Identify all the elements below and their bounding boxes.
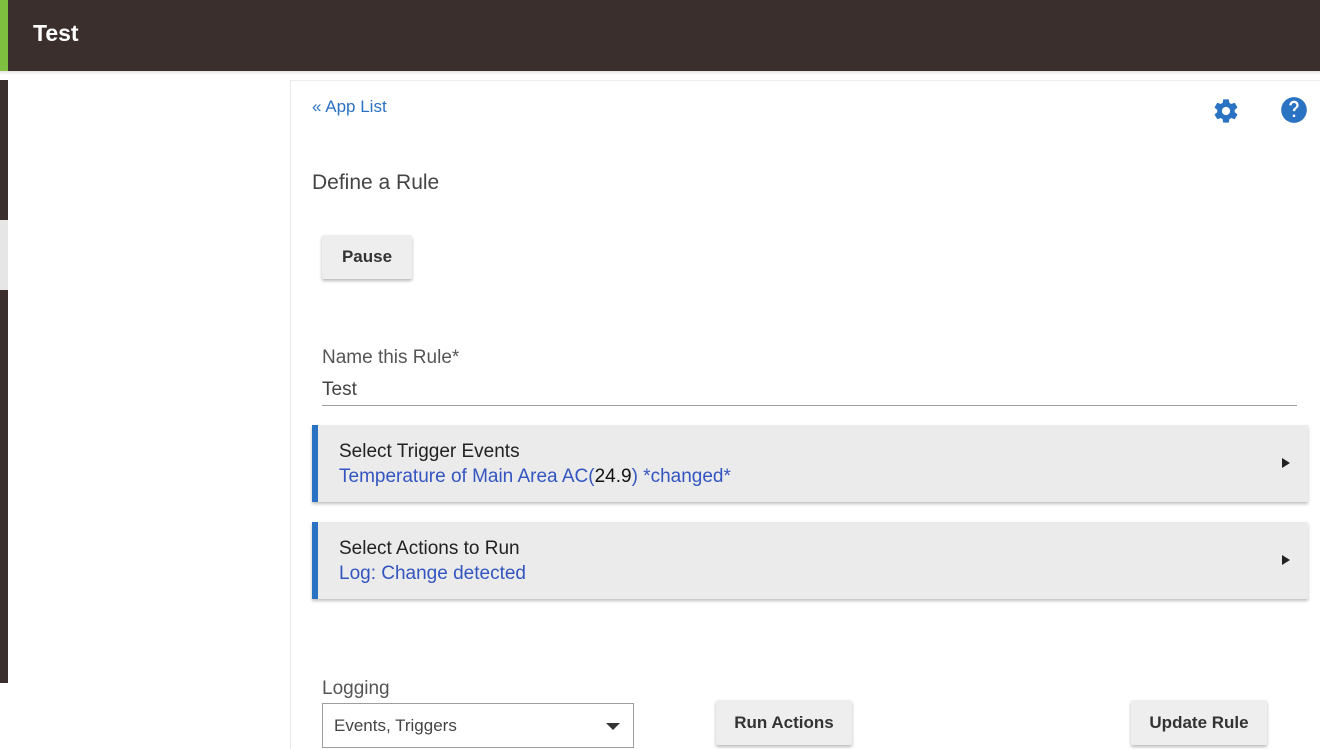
pause-button[interactable]: Pause [322,235,412,279]
logging-select[interactable]: Events, Triggers [322,703,634,748]
trigger-events-description: Temperature of Main Area AC(24.9) *chang… [339,466,731,488]
header-shadow [0,71,1320,75]
trigger-events-section[interactable]: Select Trigger Events Temperature of Mai… [312,425,1308,502]
sidebar-edge-bottom [0,290,8,683]
rule-name-input[interactable] [322,374,1297,406]
trigger-desc-prefix: Temperature of Main Area AC( [339,466,595,487]
app-header: Test [0,0,1320,71]
actions-description: Log: Change detected [339,563,526,584]
logging-selected-value: Events, Triggers [334,716,457,735]
trigger-desc-value: 24.9 [594,466,632,487]
page-title: Define a Rule [312,171,440,194]
sidebar-edge-highlight [0,220,8,290]
update-rule-button[interactable]: Update Rule [1131,700,1267,745]
actions-title: Select Actions to Run [339,538,520,559]
gear-icon[interactable] [1212,97,1240,125]
chevron-down-icon [606,723,620,730]
main-content: « App List Define a Rule Pause Name this… [290,80,1320,749]
actions-section[interactable]: Select Actions to Run Log: Change detect… [312,522,1308,599]
expand-arrow-icon [1282,555,1290,565]
app-list-link[interactable]: « App List [312,97,387,117]
trigger-desc-suffix: ) *changed* [631,466,731,487]
sidebar-edge-top [0,80,8,220]
logging-label: Logging [322,678,390,699]
run-actions-button[interactable]: Run Actions [716,700,852,745]
sidebar-panel [8,80,288,749]
trigger-events-title: Select Trigger Events [339,441,520,462]
rule-name-label: Name this Rule* [322,347,460,368]
help-icon[interactable] [1280,96,1308,124]
expand-arrow-icon [1282,458,1290,468]
header-title: Test [33,20,79,46]
